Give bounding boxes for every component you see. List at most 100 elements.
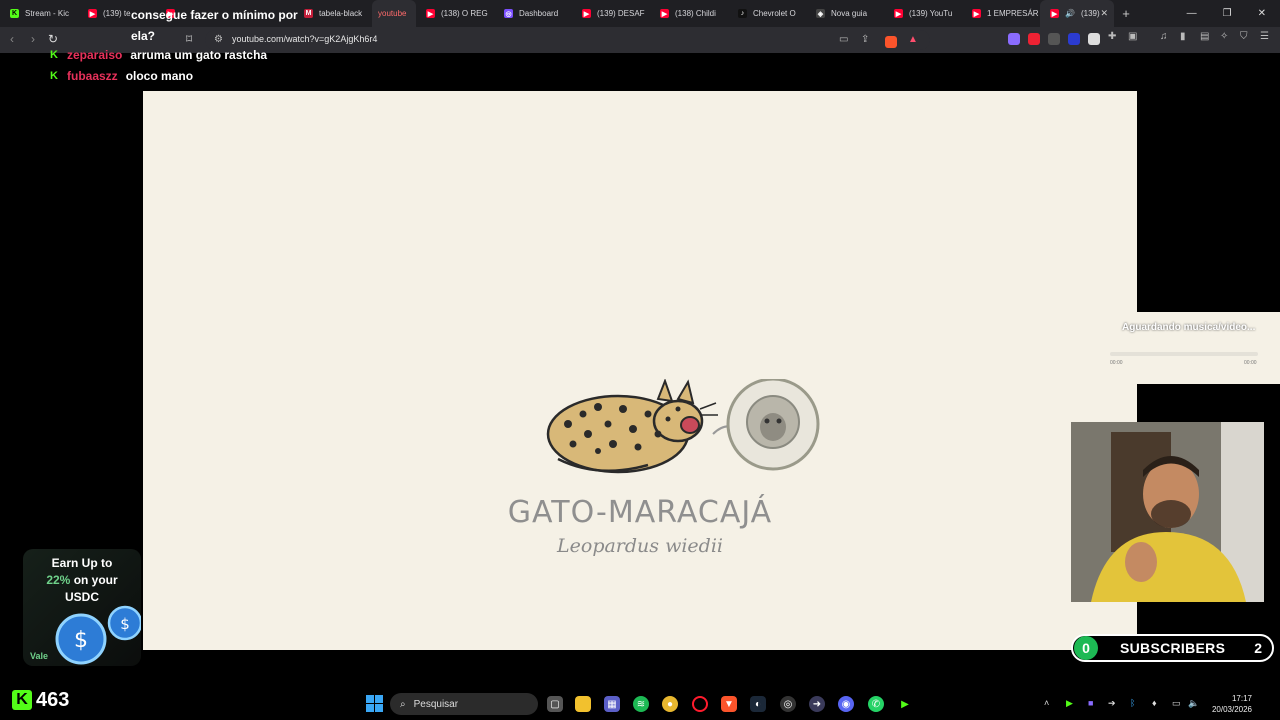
tab-tabela-black[interactable]: M tabela-black: [294, 0, 372, 27]
youtube-icon: ▶: [1050, 9, 1059, 18]
discord-icon[interactable]: ◉: [838, 696, 854, 712]
chat-message: consegue fazer o mínimo por: [131, 8, 298, 22]
music-icon[interactable]: ♫: [1160, 31, 1168, 42]
steam-icon[interactable]: ◐: [750, 696, 766, 712]
music-time-start: 00:00: [1110, 360, 1123, 366]
rewards-icon[interactable]: ▲: [908, 34, 918, 45]
svg-text:$: $: [74, 628, 88, 653]
video-player[interactable]: GATO-MARACAJÁ Leopardus wiedii: [143, 91, 1137, 650]
puzzle-icon[interactable]: ✚: [1108, 31, 1116, 42]
tab-dashboard[interactable]: ◎ Dashboard: [494, 0, 572, 27]
usdc-coin-icon: $ $: [55, 605, 141, 665]
tab-desaf[interactable]: ▶ (139) DESAF: [572, 0, 650, 27]
cast-icon[interactable]: ▭: [839, 34, 848, 45]
shield-icon: ◈: [816, 9, 825, 18]
extension-icon[interactable]: [1008, 33, 1020, 45]
tray-app-icon[interactable]: ■: [1088, 698, 1093, 708]
youtube-icon: ▶: [894, 9, 903, 18]
back-icon[interactable]: ‹: [10, 32, 14, 46]
file-explorer-icon[interactable]: [575, 696, 591, 712]
network-icon[interactable]: ▭: [1172, 698, 1181, 709]
taskbar-search[interactable]: ⌕ Pesquisar: [390, 693, 538, 715]
species-name: GATO-MARACAJÁ: [507, 495, 773, 530]
app-icon[interactable]: ◎: [780, 696, 796, 712]
tab-youtube-search[interactable]: youtube: [372, 0, 416, 27]
extension-icon[interactable]: [1048, 33, 1060, 45]
tab-chevrolet[interactable]: ♪ Chevrolet O: [728, 0, 806, 27]
system-clock[interactable]: 17:17 20/03/2026: [1206, 693, 1252, 715]
restore-icon[interactable]: ❐: [1223, 8, 1232, 19]
tab-label: Stream - Kic: [25, 9, 70, 18]
music-time-end: 00:00: [1244, 360, 1257, 366]
reload-icon[interactable]: ↻: [48, 32, 58, 46]
spotify-icon[interactable]: ≋: [633, 696, 649, 712]
close-icon[interactable]: ✕: [1100, 8, 1108, 19]
chat-text: consegue fazer o mínimo por: [131, 8, 298, 22]
windows-taskbar: ⌕ Pesquisar ▢ ▦ ≋ ● ▼ ◐ ◎ ➜ ◉ ✆ ▶ ˄ ▶ ■ …: [0, 688, 1280, 720]
new-tab-button[interactable]: +: [1114, 6, 1138, 21]
minimize-icon[interactable]: —: [1187, 8, 1197, 19]
tab-o-reg[interactable]: ▶ (138) O REG: [416, 0, 494, 27]
extension-icon[interactable]: [1028, 33, 1040, 45]
screenshot-icon[interactable]: ▣: [1128, 31, 1137, 42]
viewer-count: 463: [36, 688, 70, 711]
subscriber-count-left: 0: [1074, 636, 1098, 660]
tab-youtube-3[interactable]: ▶ (139) YouTu: [884, 0, 962, 27]
subscriber-count-right: 2: [1254, 640, 1262, 656]
spreadsheet-icon: M: [304, 9, 313, 18]
windows-start-icon[interactable]: [366, 695, 383, 712]
youtube-icon: ▶: [426, 9, 435, 18]
speaker-icon: 🔊: [1065, 9, 1075, 18]
tab-label: (139) YouTu: [909, 9, 953, 18]
site-settings-icon[interactable]: ⚙: [214, 34, 223, 45]
chat-message: ela?: [131, 29, 155, 43]
brave-icon[interactable]: ▼: [721, 696, 737, 712]
wallet-icon[interactable]: ▤: [1200, 31, 1209, 42]
tab-childi[interactable]: ▶ (138) Childi: [650, 0, 728, 27]
music-request-widget: Aguardando musica/video... 00:00 00:00: [1098, 312, 1280, 384]
tab-current[interactable]: ▶ 🔊 (139) ✕: [1040, 0, 1114, 27]
kick-badge-icon: K: [50, 70, 58, 82]
share-icon[interactable]: ⇪: [861, 34, 869, 45]
volume-icon[interactable]: 🔈: [1188, 698, 1199, 709]
extension-icon[interactable]: [1068, 33, 1080, 45]
app-icon[interactable]: ➜: [809, 696, 825, 712]
tab-label: (138) O REG: [441, 9, 488, 18]
tab-nova-guia[interactable]: ◈ Nova guia: [806, 0, 884, 27]
sidebar-icon[interactable]: ▮: [1180, 31, 1186, 42]
bookmark-icon[interactable]: ⌑: [186, 32, 192, 46]
opera-icon[interactable]: [692, 696, 708, 712]
tray-kick-icon[interactable]: ▶: [1066, 698, 1073, 709]
url-text[interactable]: youtube.com/watch?v=gK2AjgKh6r4: [232, 34, 377, 44]
extension-icon[interactable]: [1088, 33, 1100, 45]
url-field[interactable]: ⚙ youtube.com/watch?v=gK2AjgKh6r4 ▭ ⇪ ▲: [205, 30, 930, 50]
chat-username: fubaaszz: [67, 69, 118, 83]
tab-kick-stream[interactable]: K Stream - Kic: [0, 0, 78, 27]
tiktok-icon: ♪: [738, 9, 747, 18]
chrome-icon[interactable]: ●: [662, 696, 678, 712]
whatsapp-icon[interactable]: ✆: [868, 696, 884, 712]
tab-label: (139): [1080, 9, 1100, 18]
tab-label: (138) Childi: [675, 9, 716, 18]
menu-icon[interactable]: ☰: [1260, 31, 1269, 42]
tab-label: 1 EMPRESÁR: [987, 9, 1039, 18]
teams-icon[interactable]: ▦: [604, 696, 620, 712]
vpn-icon[interactable]: ⛉: [1240, 31, 1248, 42]
tray-app-icon[interactable]: ➔: [1108, 698, 1116, 709]
viewer-counter: K 463: [12, 688, 69, 712]
youtube-icon: ▶: [88, 9, 97, 18]
leo-icon[interactable]: ✧: [1220, 31, 1228, 42]
tab-empresar[interactable]: ▶ 1 EMPRESÁR: [962, 0, 1040, 27]
usdc-ad[interactable]: Earn Up to 22% on your USDC $ $ Vale: [23, 549, 141, 666]
youtube-icon: ▶: [972, 9, 981, 18]
brave-shields-icon[interactable]: [885, 36, 897, 48]
task-view-icon[interactable]: ▢: [547, 696, 563, 712]
bluetooth-icon[interactable]: ᛒ: [1130, 698, 1135, 708]
kick-app-icon[interactable]: ▶: [897, 696, 913, 712]
svg-text:$: $: [120, 615, 130, 633]
close-window-icon[interactable]: ✕: [1258, 8, 1266, 19]
tab-label: youtube: [378, 9, 407, 18]
microphone-icon[interactable]: ♦: [1152, 698, 1157, 708]
forward-icon[interactable]: ›: [31, 32, 35, 46]
tray-chevron-icon[interactable]: ˄: [1044, 698, 1049, 708]
